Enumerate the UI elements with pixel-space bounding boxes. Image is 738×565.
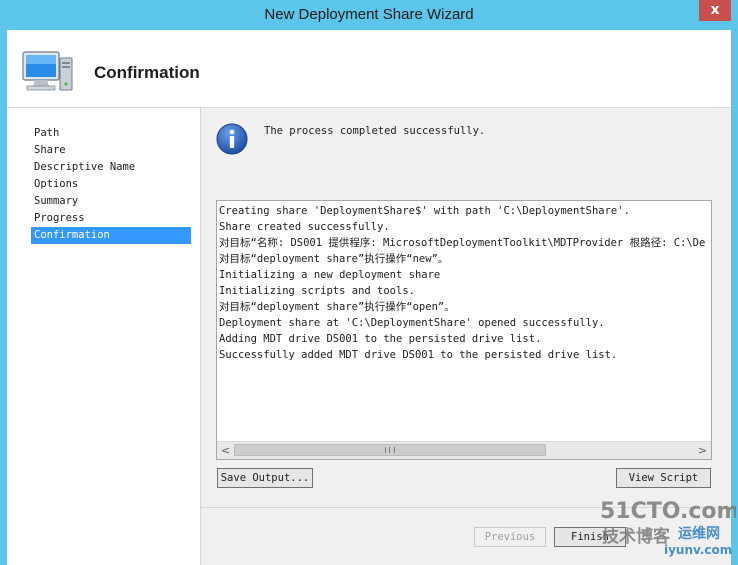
log-line: Successfully added MDT drive DS001 to th… bbox=[219, 349, 618, 361]
log-line: 对目标“deployment share”执行操作“new”。 bbox=[219, 253, 449, 265]
log-line: Deployment share at 'C:\DeploymentShare'… bbox=[219, 317, 605, 329]
close-button[interactable]: x bbox=[699, 0, 731, 21]
status-message: The process completed successfully. bbox=[264, 125, 486, 137]
watermark-line1: 51CTO.com bbox=[600, 499, 736, 524]
log-line: Adding MDT drive DS001 to the persisted … bbox=[219, 333, 542, 345]
watermark-logo: 51CTO.com 技术博客 运维网 iyunv.com bbox=[600, 499, 736, 557]
watermark-line2: 技术博客 bbox=[602, 526, 671, 547]
wizard-header: Confirmation bbox=[7, 30, 731, 108]
scroll-thumb[interactable] bbox=[234, 444, 546, 456]
page-title: Confirmation bbox=[94, 63, 200, 82]
steps-panel: Path Share Descriptive Name Options Summ… bbox=[7, 108, 201, 565]
step-share[interactable]: Share bbox=[31, 142, 191, 159]
info-icon bbox=[216, 123, 248, 155]
computer-icon bbox=[22, 51, 73, 91]
output-log[interactable]: Creating share 'DeploymentShare$' with p… bbox=[216, 200, 712, 460]
scroll-grip-icon bbox=[385, 447, 395, 453]
view-script-button[interactable]: View Script bbox=[616, 468, 711, 488]
log-lines: Creating share 'DeploymentShare$' with p… bbox=[219, 203, 705, 363]
step-progress[interactable]: Progress bbox=[31, 210, 191, 227]
scroll-right-arrow-icon[interactable]: > bbox=[694, 442, 711, 459]
watermark-line4: iyunv.com bbox=[664, 543, 732, 557]
log-line: Initializing a new deployment share bbox=[219, 269, 441, 281]
previous-button[interactable]: Previous bbox=[474, 527, 546, 547]
log-line: 对目标“deployment share”执行操作“open”。 bbox=[219, 301, 455, 313]
step-summary[interactable]: Summary bbox=[31, 193, 191, 210]
scroll-left-arrow-icon[interactable]: < bbox=[217, 442, 234, 459]
log-line: Initializing scripts and tools. bbox=[219, 285, 415, 297]
window-title: New Deployment Share Wizard bbox=[264, 6, 474, 23]
watermark-line3: 运维网 bbox=[678, 525, 720, 542]
step-confirmation[interactable]: Confirmation bbox=[31, 227, 191, 244]
log-line: Share created successfully. bbox=[219, 221, 390, 233]
wizard-client-area: Confirmation Path Share Descriptive Name… bbox=[7, 30, 731, 565]
step-descriptive-name[interactable]: Descriptive Name bbox=[31, 159, 191, 176]
title-bar: New Deployment Share Wizard x bbox=[0, 0, 738, 30]
log-line: Creating share 'DeploymentShare$' with p… bbox=[219, 205, 630, 217]
log-line: 对目标“名称: DS001 提供程序: MicrosoftDeploymentT… bbox=[219, 237, 706, 249]
save-output-button[interactable]: Save Output... bbox=[217, 468, 313, 488]
step-path[interactable]: Path bbox=[31, 125, 191, 142]
horizontal-scrollbar[interactable]: < > bbox=[217, 441, 711, 459]
step-options[interactable]: Options bbox=[31, 176, 191, 193]
